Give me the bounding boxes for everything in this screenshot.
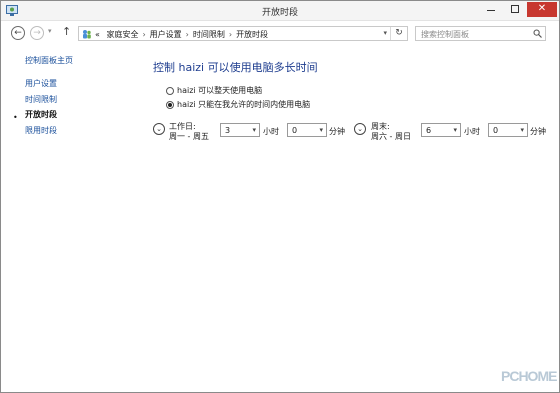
back-arrow-icon: ← bbox=[14, 28, 22, 38]
weekday-minutes-unit: 分钟 bbox=[329, 127, 345, 136]
navigation-bar: ← → ▾ ↑ « 家庭安全 › 用户设置 › 时间限制 › 开放时段 ▾ ↻ 搜索控制面板 bbox=[1, 22, 559, 44]
watermark-text: PCHOME bbox=[501, 368, 557, 384]
weekday-hours-unit: 小时 bbox=[263, 127, 279, 136]
chevron-down-icon: ▾ bbox=[520, 126, 524, 134]
breadcrumb-allowed-hours[interactable]: 开放时段 bbox=[236, 30, 268, 39]
sidebar-item-control-panel-home[interactable]: 控制面板主页 bbox=[25, 55, 73, 66]
breadcrumb-user-settings[interactable]: 用户设置 bbox=[150, 30, 182, 39]
sidebar-item-user-settings[interactable]: 用户设置 bbox=[25, 78, 57, 89]
refresh-button[interactable]: ↻ bbox=[390, 27, 407, 40]
chevron-down-icon: ▾ bbox=[319, 126, 323, 134]
address-dropdown-icon[interactable]: ▾ bbox=[383, 29, 387, 37]
maximize-icon bbox=[511, 5, 519, 13]
chevron-down-icon: ⌄ bbox=[156, 125, 162, 133]
family-safety-icon bbox=[83, 30, 91, 39]
search-icon bbox=[533, 29, 542, 38]
forward-arrow-icon: → bbox=[33, 28, 41, 38]
weekday-label-title: 工作日: bbox=[169, 122, 196, 131]
chevron-down-icon: ⌄ bbox=[357, 125, 363, 133]
breadcrumb-prefix[interactable]: « bbox=[95, 30, 100, 39]
weekend-minutes-unit: 分钟 bbox=[530, 127, 546, 136]
radio-option-allowed-time[interactable]: haizi 只能在我允许的时间内使用电脑 bbox=[166, 99, 310, 110]
breadcrumb-time-limits[interactable]: 时间限制 bbox=[193, 30, 225, 39]
close-icon: ✕ bbox=[537, 3, 547, 14]
refresh-icon: ↻ bbox=[395, 28, 403, 38]
sidebar-item-time-limits[interactable]: 时间限制 bbox=[25, 94, 57, 105]
page-title: 控制 haizi 可以使用电脑多长时间 bbox=[153, 61, 318, 74]
window-title: 开放时段 bbox=[261, 8, 298, 18]
weekday-minutes-select[interactable]: 0 ▾ bbox=[287, 123, 327, 137]
weekday-minutes-value: 0 bbox=[292, 126, 298, 135]
weekday-expand-button[interactable]: ⌄ bbox=[153, 123, 165, 135]
breadcrumb-separator: › bbox=[142, 30, 146, 39]
weekday-hours-select[interactable]: 3 ▾ bbox=[220, 123, 260, 137]
weekend-label: 周末: 周六 - 周日 bbox=[371, 122, 411, 142]
weekend-minutes-value: 0 bbox=[493, 126, 499, 135]
weekday-hours-value: 3 bbox=[225, 126, 231, 135]
close-button[interactable]: ✕ bbox=[527, 2, 557, 17]
sidebar: 控制面板主页 用户设置 时间限制 • 开放时段 限用时段 bbox=[1, 45, 141, 375]
address-bar[interactable]: « 家庭安全 › 用户设置 › 时间限制 › 开放时段 ▾ ↻ bbox=[78, 26, 408, 41]
radio-button[interactable] bbox=[166, 86, 174, 95]
breadcrumb: « 家庭安全 › 用户设置 › 时间限制 › 开放时段 bbox=[95, 29, 268, 40]
maximize-button[interactable] bbox=[503, 2, 527, 17]
chevron-down-icon: ▾ bbox=[48, 27, 52, 35]
title-bar: 开放时段 ✕ bbox=[1, 1, 559, 21]
up-arrow-icon: ↑ bbox=[62, 25, 72, 38]
breadcrumb-family-safety[interactable]: 家庭安全 bbox=[106, 30, 138, 39]
back-button[interactable]: ← bbox=[11, 26, 25, 40]
weekend-label-range: 周六 - 周日 bbox=[371, 132, 411, 141]
weekend-hours-unit: 小时 bbox=[464, 127, 480, 136]
chevron-down-icon: ▾ bbox=[453, 126, 457, 134]
breadcrumb-separator: › bbox=[185, 30, 189, 39]
forward-button[interactable]: → bbox=[30, 26, 44, 40]
weekend-hours-value: 6 bbox=[426, 126, 432, 135]
weekend-expand-button[interactable]: ⌄ bbox=[354, 123, 366, 135]
weekend-label-title: 周末: bbox=[371, 122, 390, 131]
weekend-hours-select[interactable]: 6 ▾ bbox=[421, 123, 461, 137]
breadcrumb-separator: › bbox=[228, 30, 233, 39]
up-button[interactable]: ↑ bbox=[62, 25, 71, 38]
minimize-button[interactable] bbox=[479, 2, 503, 17]
weekday-label-range: 周一 - 周五 bbox=[169, 132, 209, 141]
radio-button-selected[interactable] bbox=[166, 100, 174, 109]
sidebar-item-curfew[interactable]: 限用时段 bbox=[25, 125, 57, 136]
weekday-label: 工作日: 周一 - 周五 bbox=[169, 122, 209, 142]
radio-label: haizi 只能在我允许的时间内使用电脑 bbox=[177, 100, 311, 109]
sidebar-item-allowed-hours[interactable]: 开放时段 bbox=[25, 109, 57, 120]
watermark-logo: PCHOME bbox=[495, 364, 557, 392]
radio-label: haizi 可以整天使用电脑 bbox=[177, 86, 263, 95]
weekend-minutes-select[interactable]: 0 ▾ bbox=[488, 123, 528, 137]
control-panel-window: 开放时段 ✕ ← → ▾ ↑ « 家庭安全 › 用户设置 › 时间限制 › 开放时段 ▾ ↻… bbox=[0, 0, 560, 393]
chevron-down-icon: ▾ bbox=[252, 126, 256, 134]
minimize-icon bbox=[487, 10, 495, 11]
active-item-bullet: • bbox=[13, 113, 18, 122]
search-input[interactable]: 搜索控制面板 bbox=[415, 26, 546, 41]
radio-option-all-day[interactable]: haizi 可以整天使用电脑 bbox=[166, 85, 262, 96]
recent-locations-button[interactable]: ▾ bbox=[48, 27, 52, 35]
search-placeholder: 搜索控制面板 bbox=[421, 30, 469, 39]
